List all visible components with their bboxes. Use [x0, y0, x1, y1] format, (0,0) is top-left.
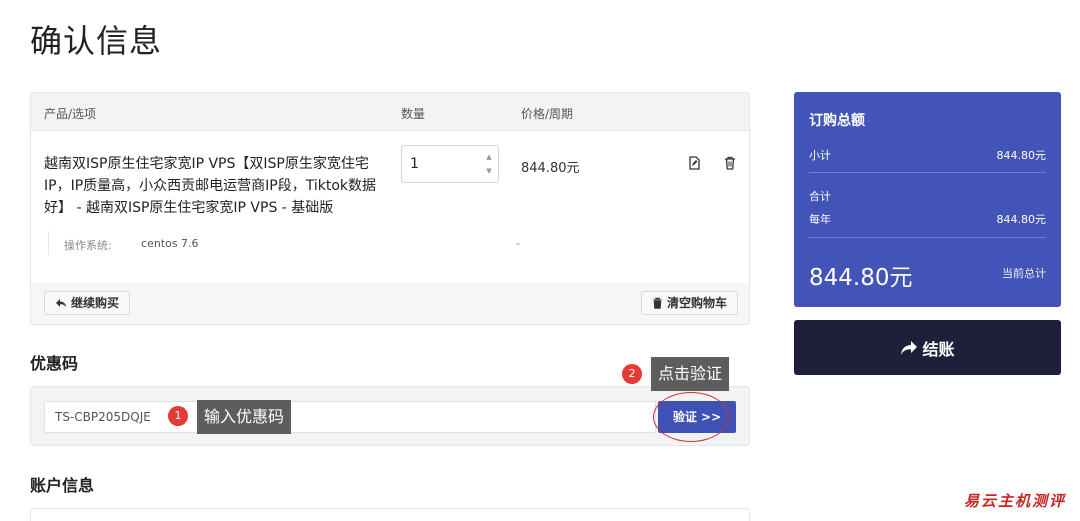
checkout-label: 结账 — [922, 339, 955, 359]
highlight-ellipse — [653, 392, 729, 442]
option-row: 操作系统: centos 7.6 - — [48, 231, 728, 255]
total-label: 合计 — [809, 190, 831, 203]
promo-title: 优惠码 — [30, 354, 79, 373]
summary-divider — [809, 237, 1046, 238]
trash-icon[interactable] — [722, 155, 738, 171]
period-row: 每年 844.80元 — [809, 211, 1046, 227]
item-price: 844.80元 — [521, 161, 580, 176]
summary-divider — [809, 172, 1046, 173]
edit-icon[interactable] — [686, 155, 702, 171]
continue-shopping-label: 继续购买 — [71, 296, 120, 310]
header-price: 价格/周期 — [521, 107, 574, 121]
grand-total-label: 当前总计 — [1002, 267, 1046, 280]
step-2-badge: 2 — [622, 364, 642, 384]
share-arrow-icon — [901, 340, 918, 355]
empty-cart-button[interactable]: 清空购物车 — [641, 291, 739, 315]
cart-table: 产品/选项 数量 价格/周期 越南双ISP原生住宅家宽IP VPS【双ISP原生… — [30, 92, 750, 325]
continue-shopping-button[interactable]: 继续购买 — [44, 291, 131, 315]
period-label: 每年 — [809, 213, 831, 226]
promo-code-input[interactable] — [44, 401, 656, 433]
option-key: 操作系统: — [64, 239, 112, 252]
trash-icon — [653, 297, 662, 309]
product-name: 越南双ISP原生住宅家宽IP VPS【双ISP原生家宽住宅IP，IP质量高，小众… — [44, 156, 376, 216]
promo-panel: 验证 >> — [30, 386, 750, 446]
reply-icon — [56, 299, 66, 308]
subtotal-label: 小计 — [809, 149, 831, 162]
empty-cart-label: 清空购物车 — [667, 296, 728, 310]
account-title: 账户信息 — [30, 476, 95, 495]
quantity-stepper[interactable]: ▲▼ — [401, 145, 499, 183]
step-2-tooltip: 点击验证 — [651, 357, 730, 391]
checkout-button[interactable]: 结账 — [794, 320, 1061, 375]
period-value: 844.80元 — [996, 213, 1047, 226]
subtotal-row: 小计 844.80元 — [809, 147, 1046, 163]
watermark: 易云主机测评 — [963, 492, 1066, 510]
stepper-arrows-icon[interactable]: ▲ ▼ — [484, 150, 494, 178]
cart-header: 产品/选项 数量 价格/周期 — [31, 93, 749, 131]
grand-total: 844.80元 — [809, 265, 913, 291]
summary-title: 订购总额 — [809, 113, 865, 129]
step-1-badge: 1 — [168, 406, 188, 426]
cart-item: 越南双ISP原生住宅家宽IP VPS【双ISP原生家宽住宅IP，IP质量高，小众… — [31, 131, 749, 283]
cart-footer: 继续购买 清空购物车 — [31, 283, 749, 324]
subtotal-value: 844.80元 — [996, 149, 1047, 162]
page-title: 确认信息 — [30, 22, 163, 60]
quantity-input[interactable] — [402, 146, 482, 182]
account-panel — [30, 508, 750, 521]
option-value: centos 7.6 — [141, 237, 199, 250]
header-product: 产品/选项 — [44, 107, 97, 121]
option-price: - — [516, 237, 520, 250]
step-1-tooltip: 输入优惠码 — [197, 400, 292, 434]
order-summary: 订购总额 小计 844.80元 合计 每年 844.80元 844.80元 当前… — [794, 92, 1061, 307]
header-quantity: 数量 — [401, 107, 426, 121]
